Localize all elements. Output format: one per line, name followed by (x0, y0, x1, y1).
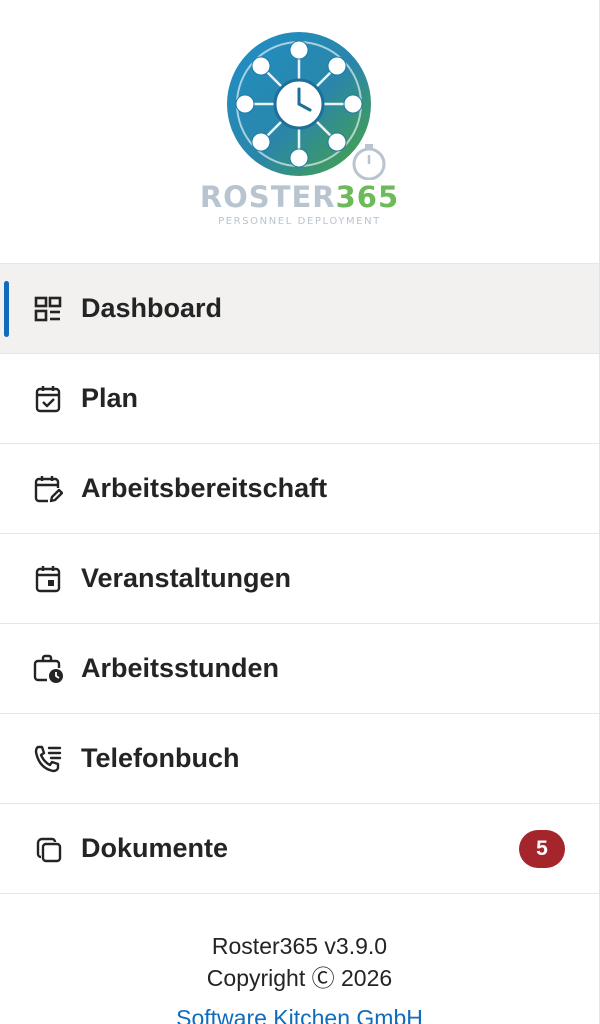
nav-label-plan: Plan (81, 383, 139, 413)
nav-item-telefonbuch[interactable]: Telefonbuch (0, 714, 599, 804)
documents-icon (32, 833, 64, 865)
copyright-text: Copyright Ⓒ 2026 (206, 965, 393, 991)
nav-label-dokumente: Dokumente (81, 833, 229, 863)
nav-label-arbeitsstunden: Arbeitsstunden (81, 653, 280, 683)
version-text: Roster365 v3.9.0 (211, 933, 388, 959)
logo-tagline: PERSONNEL DEPLOYMENT (218, 216, 381, 227)
nav-label-veranstaltungen: Veranstaltungen (81, 563, 292, 593)
company-link[interactable]: Software Kitchen GmbH (176, 1002, 423, 1024)
briefcase-clock-icon (32, 653, 64, 685)
logo-area: ROSTER365 PERSONNEL DEPLOYMENT (0, 0, 599, 264)
phone-list-icon (32, 743, 64, 775)
sidebar: ROSTER365 PERSONNEL DEPLOYMENT Dashboard (0, 0, 600, 1024)
main-nav: Dashboard Plan Arbeitsbereitschaft Veran… (0, 264, 599, 894)
logo-wordmark: ROSTER365 (199, 180, 400, 214)
app-logo[interactable]: ROSTER365 PERSONNEL DEPLOYMENT (200, 30, 400, 235)
nav-item-plan[interactable]: Plan (0, 354, 599, 444)
calendar-edit-icon (32, 473, 64, 505)
nav-item-veranstaltungen[interactable]: Veranstaltungen (0, 534, 599, 624)
logo-emblem-icon (226, 32, 385, 180)
nav-label-telefonbuch: Telefonbuch (81, 743, 240, 773)
nav-item-dokumente[interactable]: Dokumente 5 (0, 804, 599, 894)
dashboard-icon (32, 293, 64, 325)
notification-badge: 5 (519, 829, 565, 868)
nav-label-arbeitsbereitschaft: Arbeitsbereitschaft (81, 473, 328, 503)
nav-item-arbeitsstunden[interactable]: Arbeitsstunden (0, 624, 599, 714)
nav-item-dashboard[interactable]: Dashboard (0, 264, 599, 354)
calendar-check-icon (32, 383, 64, 415)
calendar-event-icon (32, 563, 64, 595)
sidebar-footer: Roster365 v3.9.0 Copyright Ⓒ 2026 Softwa… (0, 894, 599, 1024)
nav-label-dashboard: Dashboard (81, 293, 223, 323)
nav-item-arbeitsbereitschaft[interactable]: Arbeitsbereitschaft (0, 444, 599, 534)
